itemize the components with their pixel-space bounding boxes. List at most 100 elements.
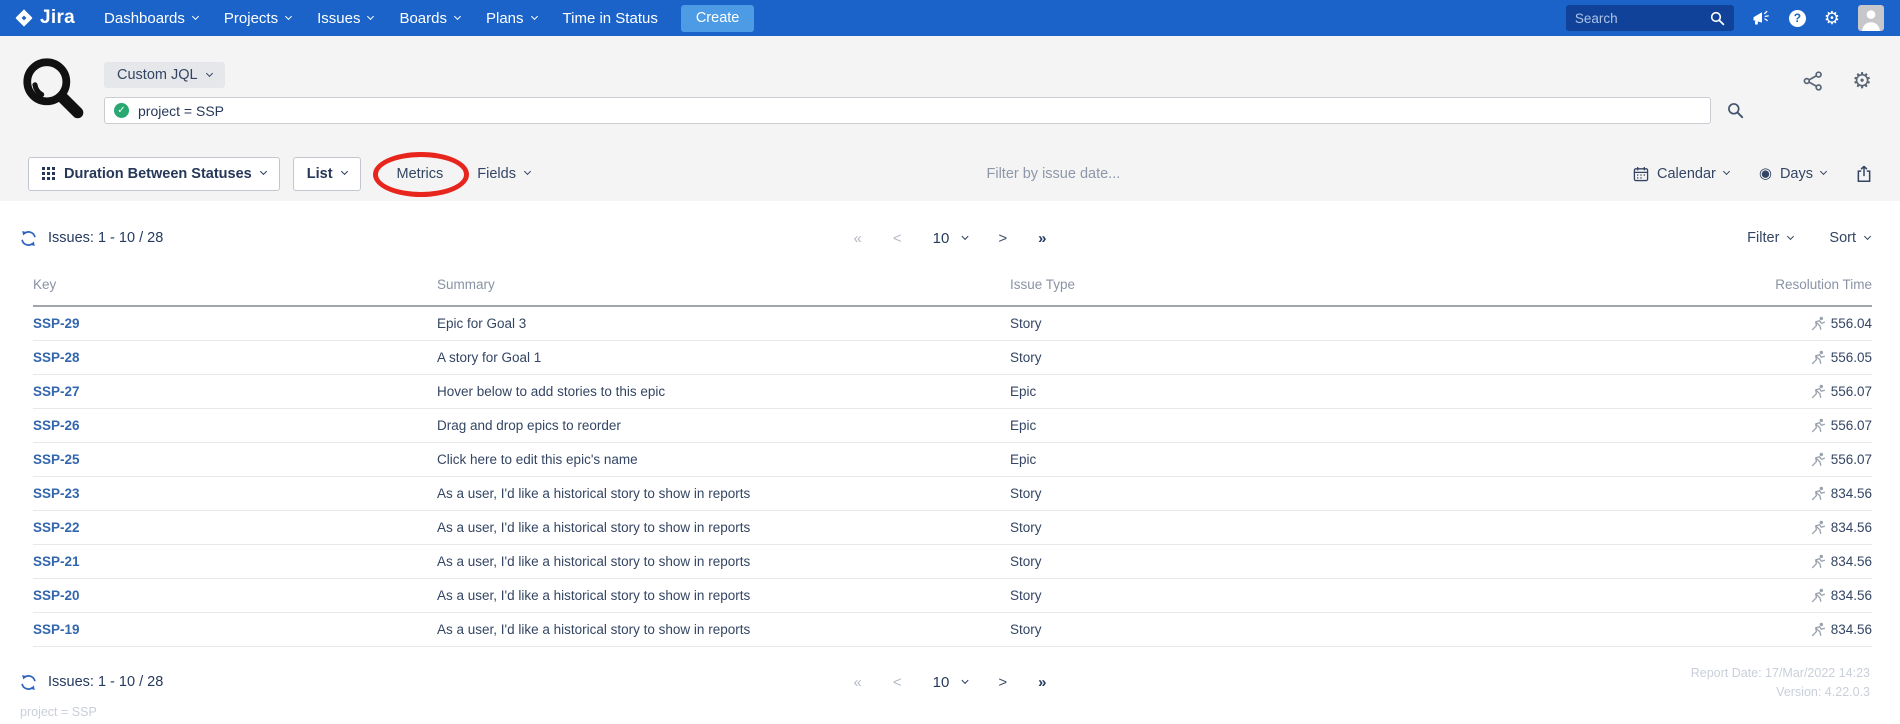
nav-item-time-in-status[interactable]: Time in Status	[550, 0, 671, 36]
issue-key-link[interactable]: SSP-27	[33, 384, 80, 399]
table-row: SSP-19 As a user, I'd like a historical …	[33, 613, 1872, 647]
issue-type: Story	[1010, 477, 1455, 511]
gadget-selector-button[interactable]: Duration Between Statuses	[28, 157, 280, 191]
nav-item-issues[interactable]: Issues	[304, 0, 386, 36]
view-selector-button[interactable]: List	[293, 157, 361, 191]
calendar-selector[interactable]: Calendar	[1633, 166, 1729, 182]
table-row: SSP-27 Hover below to add stories to thi…	[33, 375, 1872, 409]
issues-table: Key Summary Issue Type Resolution Time S…	[33, 265, 1872, 647]
prev-page-button[interactable]: <	[893, 674, 902, 691]
prev-page-button[interactable]: <	[893, 230, 902, 247]
issue-key-link[interactable]: SSP-28	[33, 350, 80, 365]
settings-gear-icon[interactable]: ⚙	[1852, 70, 1872, 92]
query-mode-button[interactable]: Custom JQL	[104, 62, 225, 88]
share-icon[interactable]	[1802, 70, 1824, 92]
issue-type: Story	[1010, 511, 1455, 545]
issue-key-link[interactable]: SSP-23	[33, 486, 80, 501]
table-row: SSP-29 Epic for Goal 3 Story 556.04	[33, 306, 1872, 341]
column-header-issue-type: Issue Type	[1010, 265, 1455, 306]
page-size-selector[interactable]: 10	[933, 674, 968, 691]
chevron-down-icon	[1723, 168, 1730, 175]
announcements-icon[interactable]	[1752, 10, 1771, 27]
time-unit-selector[interactable]: ◉ Days	[1759, 166, 1826, 182]
nav-item-dashboards[interactable]: Dashboards	[91, 0, 211, 36]
issues-count-label: Issues: 1 - 10 / 28	[48, 230, 163, 246]
resolution-time-value: 556.04	[1831, 316, 1872, 331]
table-row: SSP-22 As a user, I'd like a historical …	[33, 511, 1872, 545]
jql-search-button[interactable]	[1727, 102, 1744, 119]
gear-icon[interactable]: ⚙	[1824, 9, 1840, 27]
refresh-icon[interactable]	[20, 674, 37, 691]
nav-item-boards[interactable]: Boards	[386, 0, 473, 36]
table-row: SSP-25 Click here to edit this epic's na…	[33, 443, 1872, 477]
issue-date-filter-input[interactable]	[986, 166, 1176, 182]
first-page-button[interactable]: «	[854, 674, 862, 691]
issue-summary: Hover below to add stories to this epic	[437, 375, 1010, 409]
navbar-search-input[interactable]	[1575, 11, 1710, 26]
nav-item-plans[interactable]: Plans	[473, 0, 550, 36]
jql-input-container: ✓	[104, 97, 1711, 124]
create-button[interactable]: Create	[681, 5, 755, 32]
next-page-button[interactable]: >	[998, 230, 1007, 247]
first-page-button[interactable]: «	[854, 230, 862, 247]
fisheye-icon: ◉	[1759, 166, 1772, 181]
issue-key-link[interactable]: SSP-21	[33, 554, 80, 569]
page-size-selector[interactable]: 10	[933, 230, 968, 247]
search-icon[interactable]	[1710, 11, 1725, 26]
resolution-time-value: 834.56	[1831, 622, 1872, 637]
column-header-summary: Summary	[437, 265, 1010, 306]
runner-icon	[1811, 418, 1826, 433]
issue-type: Epic	[1010, 443, 1455, 477]
query-panel: Custom JQL ✓ ⚙	[0, 36, 1900, 201]
magnifier-app-logo-icon	[18, 54, 104, 126]
jql-input[interactable]	[138, 103, 1701, 119]
sort-dropdown[interactable]: Sort	[1829, 230, 1870, 246]
navbar-right: ? ⚙	[1566, 5, 1884, 31]
pagination-top: « < 10 > »	[854, 230, 1047, 247]
refresh-icon[interactable]	[20, 230, 37, 247]
issue-summary: Epic for Goal 3	[437, 306, 1010, 341]
chevron-down-icon	[1820, 168, 1827, 175]
last-page-button[interactable]: »	[1038, 230, 1046, 247]
nav-item-projects[interactable]: Projects	[211, 0, 304, 36]
table-row: SSP-21 As a user, I'd like a historical …	[33, 545, 1872, 579]
runner-icon	[1811, 384, 1826, 399]
issue-key-link[interactable]: SSP-19	[33, 622, 80, 637]
fields-tab[interactable]: Fields	[477, 166, 530, 182]
issue-type: Epic	[1010, 409, 1455, 443]
date-filter-container	[530, 166, 1633, 182]
grid-icon	[42, 167, 55, 180]
chevron-down-icon	[961, 676, 968, 683]
issue-summary: Drag and drop epics to reorder	[437, 409, 1010, 443]
chevron-down-icon	[206, 69, 213, 76]
filter-dropdown[interactable]: Filter	[1747, 230, 1793, 246]
top-navbar: Jira Dashboards Projects Issues Boards P…	[0, 0, 1900, 36]
issue-summary: As a user, I'd like a historical story t…	[437, 477, 1010, 511]
issue-key-link[interactable]: SSP-22	[33, 520, 80, 535]
runner-icon	[1811, 520, 1826, 535]
issues-footer-bar: Issues: 1 - 10 / 28 « < 10 > » Report Da…	[0, 669, 1900, 695]
resolution-time-value: 834.56	[1831, 520, 1872, 535]
next-page-button[interactable]: >	[998, 674, 1007, 691]
calendar-icon	[1633, 166, 1649, 182]
issue-type: Story	[1010, 545, 1455, 579]
issue-key-link[interactable]: SSP-29	[33, 316, 80, 331]
navbar-search	[1566, 5, 1734, 31]
report-info: Report Date: 17/Mar/2022 14:23 Version: …	[1691, 664, 1870, 703]
help-icon[interactable]: ?	[1789, 10, 1806, 27]
avatar[interactable]	[1858, 5, 1884, 31]
issue-key-link[interactable]: SSP-20	[33, 588, 80, 603]
resolution-time-value: 556.05	[1831, 350, 1872, 365]
resolution-time-value: 834.56	[1831, 554, 1872, 569]
issue-summary: Click here to edit this epic's name	[437, 443, 1010, 477]
issue-key-link[interactable]: SSP-26	[33, 418, 80, 433]
jql-echo-label: project = SSP	[0, 705, 1900, 719]
issue-key-link[interactable]: SSP-25	[33, 452, 80, 467]
issue-type: Story	[1010, 341, 1455, 375]
jira-brand[interactable]: Jira	[14, 7, 75, 29]
export-icon[interactable]	[1856, 165, 1872, 183]
issue-type: Story	[1010, 613, 1455, 647]
metrics-tab[interactable]: Metrics	[397, 165, 444, 183]
last-page-button[interactable]: »	[1038, 674, 1046, 691]
chevron-down-icon	[192, 12, 199, 19]
